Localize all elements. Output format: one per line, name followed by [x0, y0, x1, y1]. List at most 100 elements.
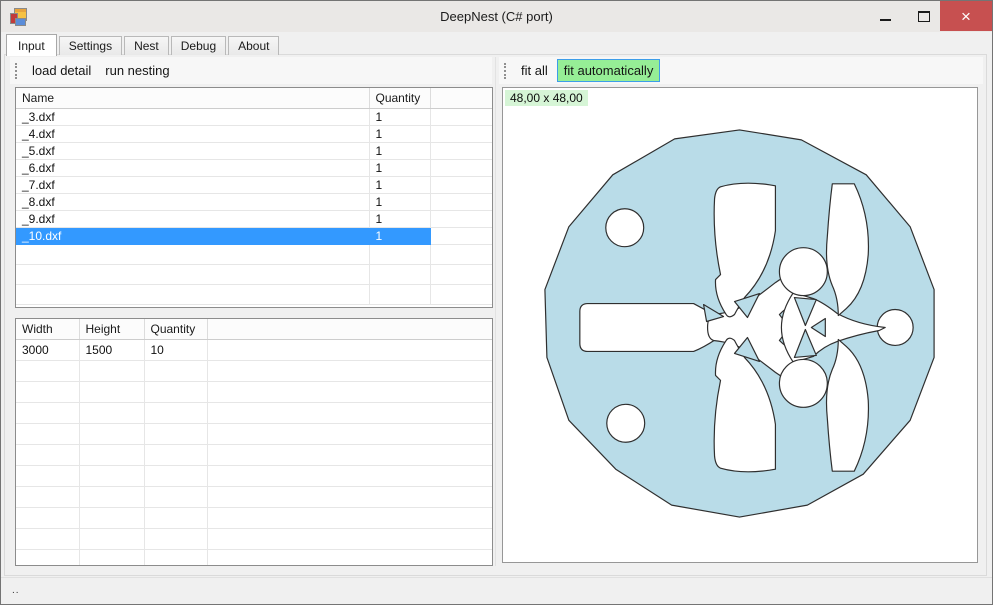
- column-header[interactable]: Name: [16, 88, 369, 109]
- hole-bottom-left: [607, 404, 645, 442]
- toolbar-grip-icon[interactable]: [15, 63, 19, 79]
- table-cell[interactable]: 1: [369, 109, 430, 126]
- table-cell[interactable]: 1: [369, 177, 430, 194]
- table-cell[interactable]: _7.dxf: [16, 177, 369, 194]
- table-cell[interactable]: _6.dxf: [16, 160, 369, 177]
- table-cell-empty: [144, 487, 207, 508]
- table-cell[interactable]: 1: [369, 211, 430, 228]
- table-cell[interactable]: _8.dxf: [16, 194, 369, 211]
- table-cell-empty: [16, 245, 369, 265]
- table-cell[interactable]: _9.dxf: [16, 211, 369, 228]
- table-cell[interactable]: _10.dxf: [16, 228, 369, 245]
- table-row: _7.dxf1: [16, 177, 492, 194]
- status-bar: ..: [1, 577, 992, 604]
- table-row: _4.dxf1: [16, 126, 492, 143]
- parts-toolbar: load detail run nesting: [10, 57, 492, 84]
- table-cell[interactable]: _4.dxf: [16, 126, 369, 143]
- table-cell-empty: [430, 143, 492, 160]
- table-row: 3000150010: [16, 340, 492, 361]
- column-header[interactable]: Width: [16, 319, 79, 340]
- table-cell-empty: [207, 382, 492, 403]
- table-cell-empty: [430, 177, 492, 194]
- table-cell-empty: [207, 487, 492, 508]
- fit-automatically-toggle[interactable]: fit automatically: [557, 59, 661, 82]
- table-row: _10.dxf1: [16, 228, 492, 245]
- title-bar[interactable]: DeepNest (C# port) ×: [1, 1, 992, 32]
- table-row-empty: [16, 403, 492, 424]
- maximize-icon: [918, 11, 930, 22]
- column-header[interactable]: Quantity: [369, 88, 430, 109]
- table-cell[interactable]: _3.dxf: [16, 109, 369, 126]
- tab-settings[interactable]: Settings: [59, 36, 122, 55]
- table-cell-empty: [430, 211, 492, 228]
- table-cell[interactable]: 1: [369, 194, 430, 211]
- table-cell-empty: [144, 550, 207, 567]
- table-cell-empty: [144, 466, 207, 487]
- maximize-button[interactable]: [907, 1, 940, 31]
- table-cell-empty: [16, 445, 79, 466]
- table-cell-empty: [369, 245, 430, 265]
- table-cell[interactable]: _5.dxf: [16, 143, 369, 160]
- table-cell-empty: [16, 424, 79, 445]
- window-controls: ×: [863, 1, 992, 31]
- table-row: _3.dxf1: [16, 109, 492, 126]
- table-cell-empty: [16, 466, 79, 487]
- table-cell-empty: [369, 285, 430, 305]
- table-cell-empty: [144, 361, 207, 382]
- table-cell-empty: [430, 265, 492, 285]
- table-cell-empty: [430, 194, 492, 211]
- table-row-empty: [16, 265, 492, 285]
- table-cell[interactable]: 1: [369, 228, 430, 245]
- table-row-empty: [16, 424, 492, 445]
- table-cell[interactable]: 3000: [16, 340, 79, 361]
- toolbar-grip-icon[interactable]: [504, 63, 508, 79]
- fit-all-button[interactable]: fit all: [514, 60, 555, 81]
- run-nesting-button[interactable]: run nesting: [98, 60, 176, 81]
- sheets-table[interactable]: WidthHeightQuantity3000150010: [15, 318, 493, 566]
- table-row-empty: [16, 466, 492, 487]
- table-cell-empty: [79, 529, 144, 550]
- part-preview-canvas[interactable]: 48,00 x 48,00: [502, 87, 978, 563]
- table-cell-empty: [207, 445, 492, 466]
- table-row-empty: [16, 445, 492, 466]
- table-cell-empty: [79, 382, 144, 403]
- table-cell-empty: [79, 424, 144, 445]
- part-size-badge: 48,00 x 48,00: [505, 90, 588, 106]
- table-cell[interactable]: 1: [369, 143, 430, 160]
- parts-table[interactable]: NameQuantity_3.dxf1_4.dxf1_5.dxf1_6.dxf1…: [15, 87, 493, 308]
- app-window: DeepNest (C# port) × InputSettingsNestDe…: [0, 0, 993, 605]
- minimize-icon: [880, 19, 891, 21]
- table-cell-empty: [207, 403, 492, 424]
- table-row-empty: [16, 487, 492, 508]
- minimize-button[interactable]: [863, 1, 907, 31]
- table-cell-empty: [16, 285, 369, 305]
- table-cell-empty: [144, 445, 207, 466]
- table-cell[interactable]: 1: [369, 126, 430, 143]
- column-header[interactable]: Height: [79, 319, 144, 340]
- table-cell[interactable]: 10: [144, 340, 207, 361]
- table-row: _8.dxf1: [16, 194, 492, 211]
- table-cell-empty: [207, 508, 492, 529]
- table-cell-empty: [79, 487, 144, 508]
- tab-about[interactable]: About: [228, 36, 279, 55]
- column-header-empty: [430, 88, 492, 109]
- table-cell[interactable]: 1500: [79, 340, 144, 361]
- hole-top-left: [606, 209, 644, 247]
- table-row-empty: [16, 508, 492, 529]
- tab-input[interactable]: Input: [6, 34, 57, 56]
- tab-strip: InputSettingsNestDebugAbout: [6, 34, 281, 55]
- table-cell-empty: [207, 424, 492, 445]
- table-row-empty: [16, 245, 492, 265]
- tab-debug[interactable]: Debug: [171, 36, 226, 55]
- tab-nest[interactable]: Nest: [124, 36, 169, 55]
- table-cell[interactable]: 1: [369, 160, 430, 177]
- table-cell-empty: [79, 466, 144, 487]
- column-header[interactable]: Quantity: [144, 319, 207, 340]
- table-cell-empty: [16, 529, 79, 550]
- table-cell-empty: [16, 550, 79, 567]
- table-cell-empty: [79, 403, 144, 424]
- table-cell-empty: [144, 508, 207, 529]
- panel-splitter[interactable]: [495, 57, 496, 566]
- close-button[interactable]: ×: [940, 1, 992, 31]
- load-detail-button[interactable]: load detail: [25, 60, 98, 81]
